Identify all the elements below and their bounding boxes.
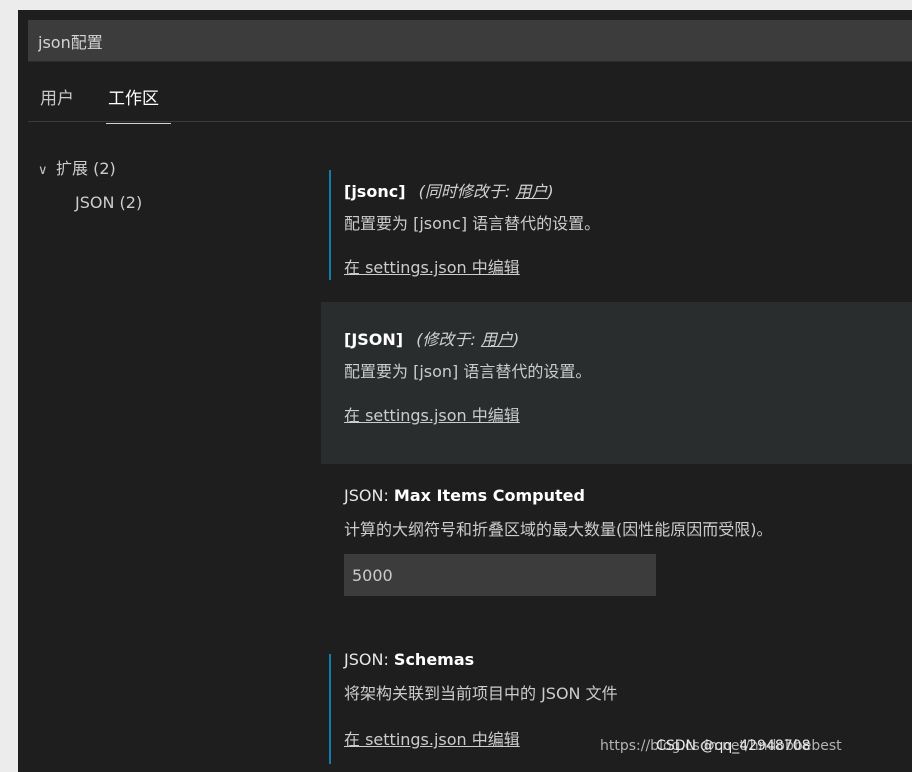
modified-in-user-link[interactable]: 用户 <box>481 330 513 349</box>
toc-item-extensions[interactable]: ∨ 扩展 (2) <box>38 152 142 186</box>
edit-in-settings-json-link[interactable]: 在 settings.json 中编辑 <box>344 254 520 278</box>
max-items-computed-input[interactable] <box>344 554 656 596</box>
setting-jsonc: [jsonc] (同时修改于: 用户) 配置要为 [jsonc] 语言替代的设置… <box>321 156 912 286</box>
modified-elsewhere-note: (同时修改于: 用户) <box>418 182 554 201</box>
settings-window: 用户 工作区 ∨ 扩展 (2) JSON (2) [jsonc] (同时修改于: … <box>18 10 912 772</box>
settings-search-input[interactable] <box>28 20 912 61</box>
toc-item-count: (2) <box>93 159 116 178</box>
setting-json-language: [JSON] (修改于: 用户) 配置要为 [json] 语言替代的设置。 在 … <box>321 302 912 464</box>
setting-name: [jsonc] <box>344 182 406 201</box>
settings-scope-tabs: 用户 工作区 <box>28 76 912 124</box>
settings-toc: ∨ 扩展 (2) JSON (2) <box>38 152 142 220</box>
settings-search-bar[interactable] <box>28 20 912 62</box>
watermark-credit: CSDN @qq_42948708 <box>656 738 811 754</box>
tab-workspace[interactable]: 工作区 <box>106 84 171 124</box>
toc-item-label: JSON <box>75 193 115 212</box>
toc-item-count: (2) <box>119 193 143 212</box>
setting-category: JSON: <box>344 650 394 669</box>
setting-name: Max Items Computed <box>393 486 585 505</box>
toc-item-json[interactable]: JSON (2) <box>38 186 142 220</box>
toc-item-label: 扩展 <box>56 159 89 178</box>
setting-title: [jsonc] (同时修改于: 用户) <box>344 178 554 202</box>
setting-max-items-computed: JSON: Max Items Computed 计算的大纲符号和折叠区域的最大… <box>321 480 912 620</box>
setting-description: 将架构关联到当前项目中的 JSON 文件 <box>344 684 618 703</box>
setting-title: JSON: Max Items Computed <box>344 486 585 505</box>
edit-in-settings-json-link[interactable]: 在 settings.json 中编辑 <box>344 402 520 426</box>
watermark: https://blog.csdn.net/hndobbebest CSDN @… <box>600 738 842 754</box>
setting-category: JSON: <box>344 486 394 505</box>
modified-in-user-link[interactable]: 用户 <box>515 182 547 201</box>
setting-name: [JSON] <box>344 330 404 349</box>
edit-in-settings-json-link[interactable]: 在 settings.json 中编辑 <box>344 726 520 750</box>
setting-description: 配置要为 [jsonc] 语言替代的设置。 <box>344 214 601 233</box>
tab-user[interactable]: 用户 <box>40 84 74 123</box>
setting-name: Schemas <box>393 650 475 669</box>
modified-elsewhere-note: (修改于: 用户) <box>416 330 520 349</box>
setting-title: [JSON] (修改于: 用户) <box>344 326 519 350</box>
setting-description: 计算的大纲符号和折叠区域的最大数量(因性能原因而受限)。 <box>344 520 773 539</box>
setting-description: 配置要为 [json] 语言替代的设置。 <box>344 362 592 381</box>
chevron-down-icon: ∨ <box>38 163 48 178</box>
setting-title: JSON: Schemas <box>344 650 474 669</box>
